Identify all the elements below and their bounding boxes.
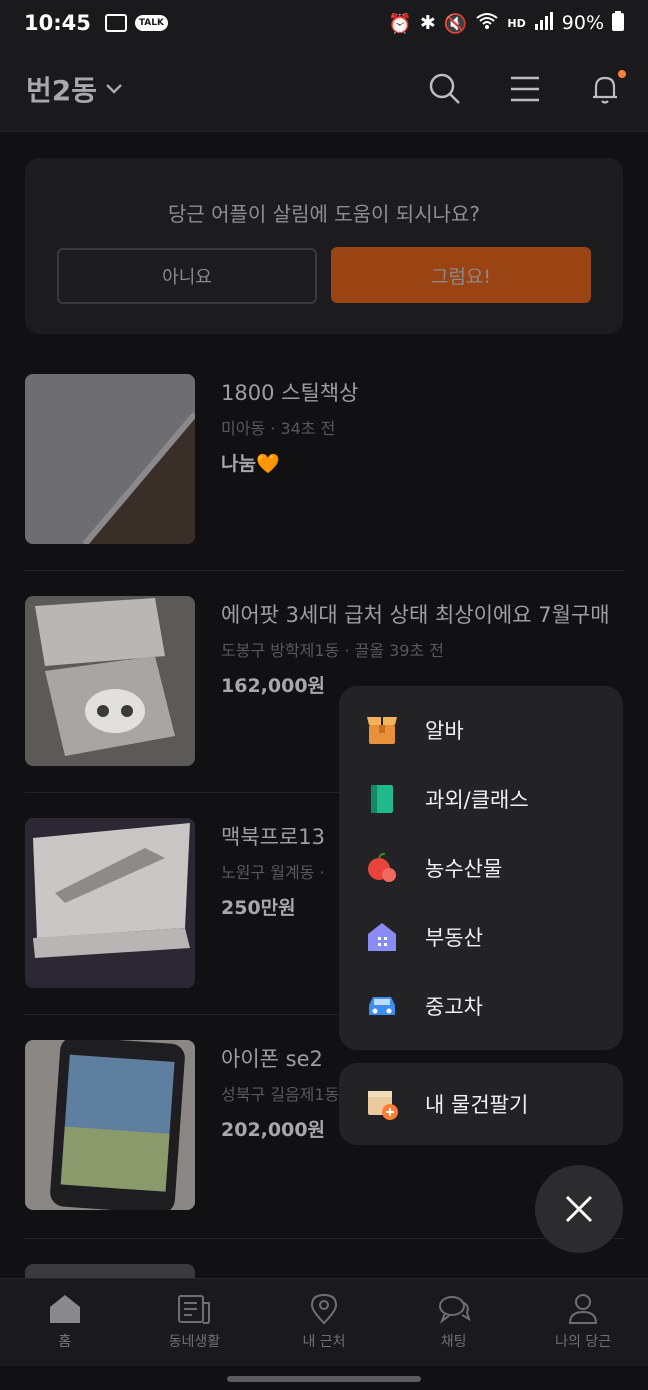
menu-icon[interactable] — [508, 72, 542, 106]
book-icon — [365, 782, 399, 816]
app-header: 번2동 — [0, 46, 648, 132]
nav-nearby[interactable]: 내 근처 — [259, 1279, 389, 1366]
item-meta: 미아동 · 34초 전 — [221, 419, 336, 438]
status-time: 10:45 — [24, 11, 91, 35]
yes-button[interactable]: 그럼요! — [331, 247, 591, 303]
chevron-down-icon — [106, 83, 122, 94]
gallery-icon — [104, 14, 127, 32]
car-icon — [365, 989, 399, 1023]
status-bar: 10:45 TALK ⏰ ✱ 🔇 HD 90% — [0, 0, 648, 46]
nav-label: 나의 당근 — [555, 1334, 612, 1350]
nav-my-carrot[interactable]: 나의 당근 — [518, 1279, 648, 1366]
mute-icon: 🔇 — [443, 12, 468, 35]
location-selector[interactable]: 번2동 — [26, 69, 123, 109]
sell-my-item-button[interactable]: 내 물건팔기 — [339, 1063, 623, 1145]
menu-item-produce[interactable]: 농수산물 — [365, 844, 502, 892]
nav-label: 홈 — [58, 1334, 72, 1350]
newspaper-icon — [178, 1295, 211, 1324]
divider — [25, 1238, 623, 1239]
house-icon — [365, 920, 399, 954]
bluetooth-icon: ✱ — [419, 12, 436, 34]
bottom-nav: 홈 동네생활 내 근처 채팅 나의 당근 — [0, 1278, 648, 1366]
sell-item-row: 내 물건팔기 — [365, 1080, 528, 1128]
location-pin-icon — [310, 1293, 337, 1325]
nav-label: 동네생활 — [168, 1334, 221, 1350]
box-icon — [365, 713, 399, 747]
close-icon — [565, 1195, 593, 1223]
home-indicator[interactable] — [227, 1376, 421, 1382]
sell-label: 내 물건팔기 — [425, 1093, 529, 1117]
battery-percent: 90% — [561, 12, 604, 34]
menu-item-usedcar[interactable]: 중고차 — [365, 982, 483, 1030]
item-title: 에어팟 3세대 급처 상태 최상이에요 7월구매 — [221, 603, 610, 627]
menu-item-label: 과외/클래스 — [425, 788, 529, 812]
close-fab-button[interactable] — [535, 1165, 623, 1253]
menu-item-label: 중고차 — [425, 995, 483, 1019]
item-title: 1800 스틸책상 — [221, 381, 359, 405]
alarm-icon: ⏰ — [388, 12, 412, 35]
category-menu: 알바 과외/클래스 농수산물 부동산 중고차 — [339, 686, 623, 1050]
survey-question: 당근 어플이 살림에 도움이 되시나요? — [167, 202, 481, 226]
menu-item-alba[interactable]: 알바 — [365, 706, 464, 754]
nav-home[interactable]: 홈 — [0, 1279, 130, 1366]
menu-item-label: 부동산 — [425, 926, 483, 950]
hd-voice-icon: HD — [507, 16, 526, 30]
no-button[interactable]: 아니요 — [57, 248, 317, 304]
chat-bubble-icon — [438, 1296, 471, 1324]
notification-button[interactable] — [588, 69, 626, 106]
menu-item-realestate[interactable]: 부동산 — [365, 913, 483, 961]
divider — [25, 570, 623, 571]
item-thumbnail — [25, 1040, 195, 1210]
item-meta: 도봉구 방학제1동 · 끌올 39초 전 — [221, 641, 444, 660]
bell-icon — [593, 76, 617, 104]
menu-item-label: 농수산물 — [425, 857, 503, 881]
nav-community[interactable]: 동네생활 — [130, 1279, 260, 1366]
item-thumbnail — [25, 596, 195, 766]
signal-icon — [534, 11, 554, 35]
nav-chat[interactable]: 채팅 — [389, 1279, 519, 1366]
wifi-icon — [475, 12, 499, 35]
item-thumbnail — [25, 818, 195, 988]
box-plus-icon — [365, 1087, 399, 1121]
survey-card: 당근 어플이 살림에 도움이 되시나요? 아니요 그럼요! — [25, 158, 623, 334]
item-price: 나눔🧡 — [221, 453, 280, 475]
location-label: 번2동 — [26, 73, 98, 107]
person-icon — [569, 1294, 598, 1324]
gesture-bar — [0, 1366, 648, 1390]
list-item[interactable]: 1800 스틸책상 미아동 · 34초 전 나눔🧡 — [25, 374, 623, 546]
menu-item-class[interactable]: 과외/클래스 — [365, 775, 529, 823]
item-thumbnail — [25, 374, 195, 544]
search-icon[interactable] — [428, 72, 462, 106]
nav-label: 채팅 — [440, 1334, 467, 1350]
battery-icon — [612, 10, 624, 36]
kakao-talk-icon: TALK — [134, 15, 168, 31]
apple-icon — [365, 851, 399, 885]
notification-dot — [618, 69, 626, 78]
home-icon — [49, 1295, 80, 1323]
nav-label: 내 근처 — [302, 1334, 346, 1350]
menu-item-label: 알바 — [425, 719, 464, 743]
next-item-thumbnail — [25, 1264, 195, 1278]
